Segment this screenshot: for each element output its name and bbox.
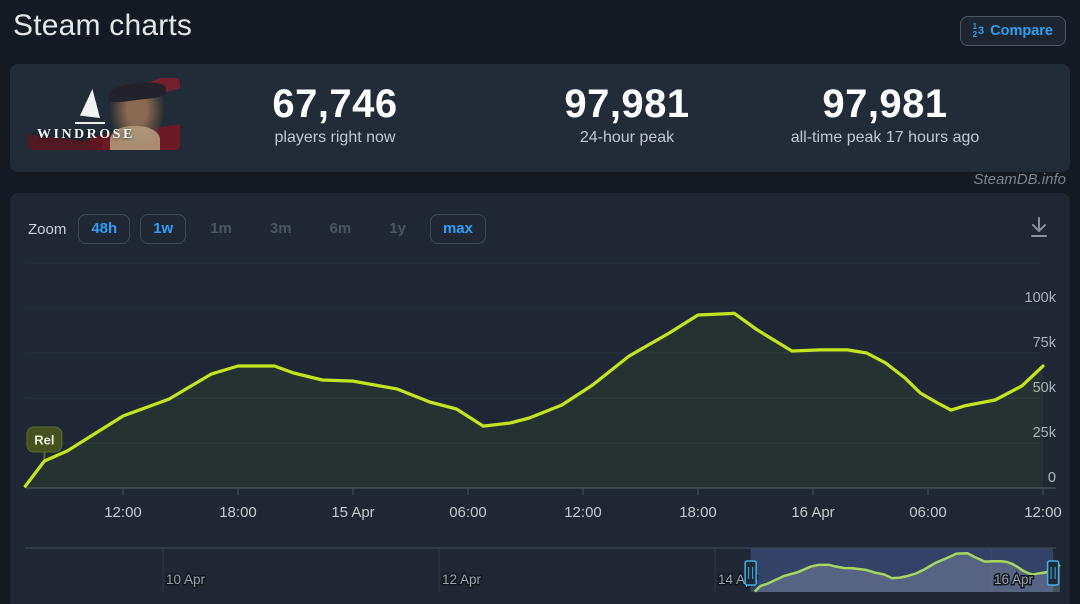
release-flag-label: Rel [34,433,54,448]
zoom-1y-button: 1y [386,214,409,244]
y-axis-label: 0 [1048,470,1056,486]
download-chart-button[interactable] [1024,213,1054,243]
download-icon [1025,213,1053,241]
x-axis-label: 12:00 [1024,504,1062,521]
zoom-toolbar: Zoom 48h 1w 1m 3m 6m 1y max [28,214,486,244]
x-axis-label: 06:00 [449,504,487,521]
zoom-max-button[interactable]: max [430,214,486,244]
navigator-handle-left[interactable] [745,561,756,585]
zoom-3m-button: 3m [267,214,295,244]
y-axis-label: 75k [1033,335,1057,351]
zoom-6m-button: 6m [327,214,355,244]
x-axis-label: 12:00 [104,504,142,521]
y-axis-label: 100k [1025,290,1057,306]
x-axis-label: 15 Apr [331,504,374,521]
navigator-handle-right[interactable] [1048,561,1059,585]
zoom-1m-button: 1m [207,214,235,244]
navigator-date-label: 10 Apr [166,572,206,587]
player-count-chart[interactable]: 100k75k50k25k0012:0018:0015 Apr06:0012:0… [0,0,1080,604]
x-axis-label: 18:00 [679,504,717,521]
zoom-1w-button[interactable]: 1w [140,214,186,244]
navigator-date-label: 12 Apr [442,572,482,587]
x-axis-label: 06:00 [909,504,947,521]
x-axis-label: 18:00 [219,504,257,521]
steam-charts-page: Steam charts 1 2 3 Compare WINDROSE 67,7… [0,0,1080,604]
zoom-48h-button[interactable]: 48h [78,214,130,244]
navigator-date-label: 16 Apr [994,572,1034,587]
x-axis-label: 16 Apr [791,504,834,521]
x-axis-label: 12:00 [564,504,602,521]
zoom-label: Zoom [28,221,66,238]
